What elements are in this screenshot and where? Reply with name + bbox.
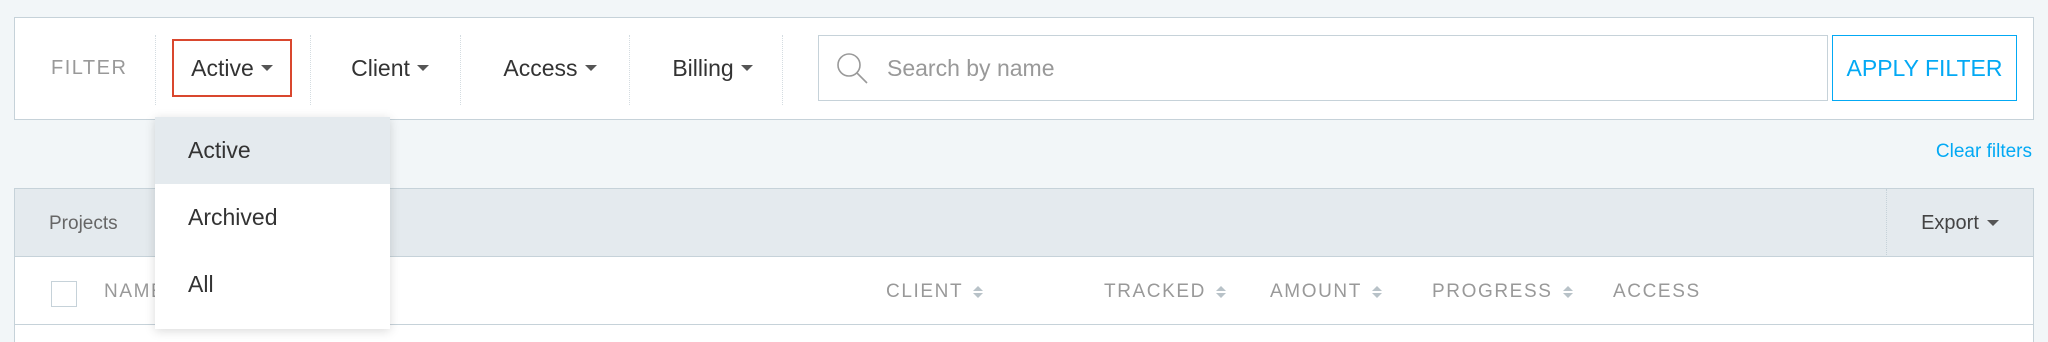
divider	[155, 35, 156, 105]
filter-label: FILTER	[51, 57, 128, 79]
filter-bar: FILTER Active Client Access Billing APPL…	[14, 17, 2034, 120]
divider	[460, 35, 461, 105]
column-access-label: ACCESS	[1613, 281, 1701, 302]
billing-filter-label: Billing	[672, 54, 734, 81]
column-amount[interactable]: AMOUNT	[1270, 281, 1382, 303]
search-input[interactable]	[869, 36, 1827, 100]
column-client-label: CLIENT	[886, 281, 964, 302]
search-icon	[837, 53, 868, 84]
column-progress-label: PROGRESS	[1432, 281, 1553, 302]
billing-filter-button[interactable]: Billing	[645, 39, 780, 97]
divider	[629, 35, 630, 105]
divider	[310, 35, 311, 105]
select-all-checkbox[interactable]	[51, 281, 77, 307]
column-client[interactable]: CLIENT	[886, 281, 984, 303]
sort-icon	[973, 286, 984, 298]
chevron-down-icon	[1986, 220, 1999, 226]
access-filter-label: Access	[503, 54, 578, 81]
column-tracked[interactable]: TRACKED	[1104, 281, 1226, 303]
apply-filter-button[interactable]: APPLY FILTER	[1832, 35, 2017, 101]
chevron-down-icon	[584, 65, 597, 71]
chevron-down-icon	[416, 65, 429, 71]
column-tracked-label: TRACKED	[1104, 281, 1206, 302]
client-filter-label: Client	[351, 54, 410, 81]
column-progress[interactable]: PROGRESS	[1432, 281, 1573, 303]
active-filter-label: Active	[191, 54, 254, 81]
dropdown-item-archived[interactable]: Archived	[155, 184, 390, 251]
export-label: Export	[1921, 211, 1979, 234]
client-filter-button[interactable]: Client	[325, 39, 455, 97]
active-filter-button[interactable]: Active	[172, 39, 292, 97]
dropdown-item-active[interactable]: Active	[155, 117, 390, 184]
dropdown-item-all[interactable]: All	[155, 251, 390, 318]
column-access[interactable]: ACCESS	[1613, 281, 1701, 303]
clear-filters-link[interactable]: Clear filters	[1936, 141, 2032, 163]
sort-icon	[1562, 286, 1573, 298]
export-button[interactable]: Export	[1886, 189, 2033, 257]
divider	[782, 35, 783, 105]
search-box	[818, 35, 1828, 101]
status-dropdown-menu: Active Archived All	[155, 117, 390, 329]
sort-icon	[1216, 286, 1226, 298]
chevron-down-icon	[260, 65, 273, 71]
column-amount-label: AMOUNT	[1270, 281, 1362, 302]
panel-title: Projects	[49, 213, 118, 234]
chevron-down-icon	[740, 65, 753, 71]
access-filter-button[interactable]: Access	[480, 39, 620, 97]
sort-icon	[1371, 286, 1382, 298]
